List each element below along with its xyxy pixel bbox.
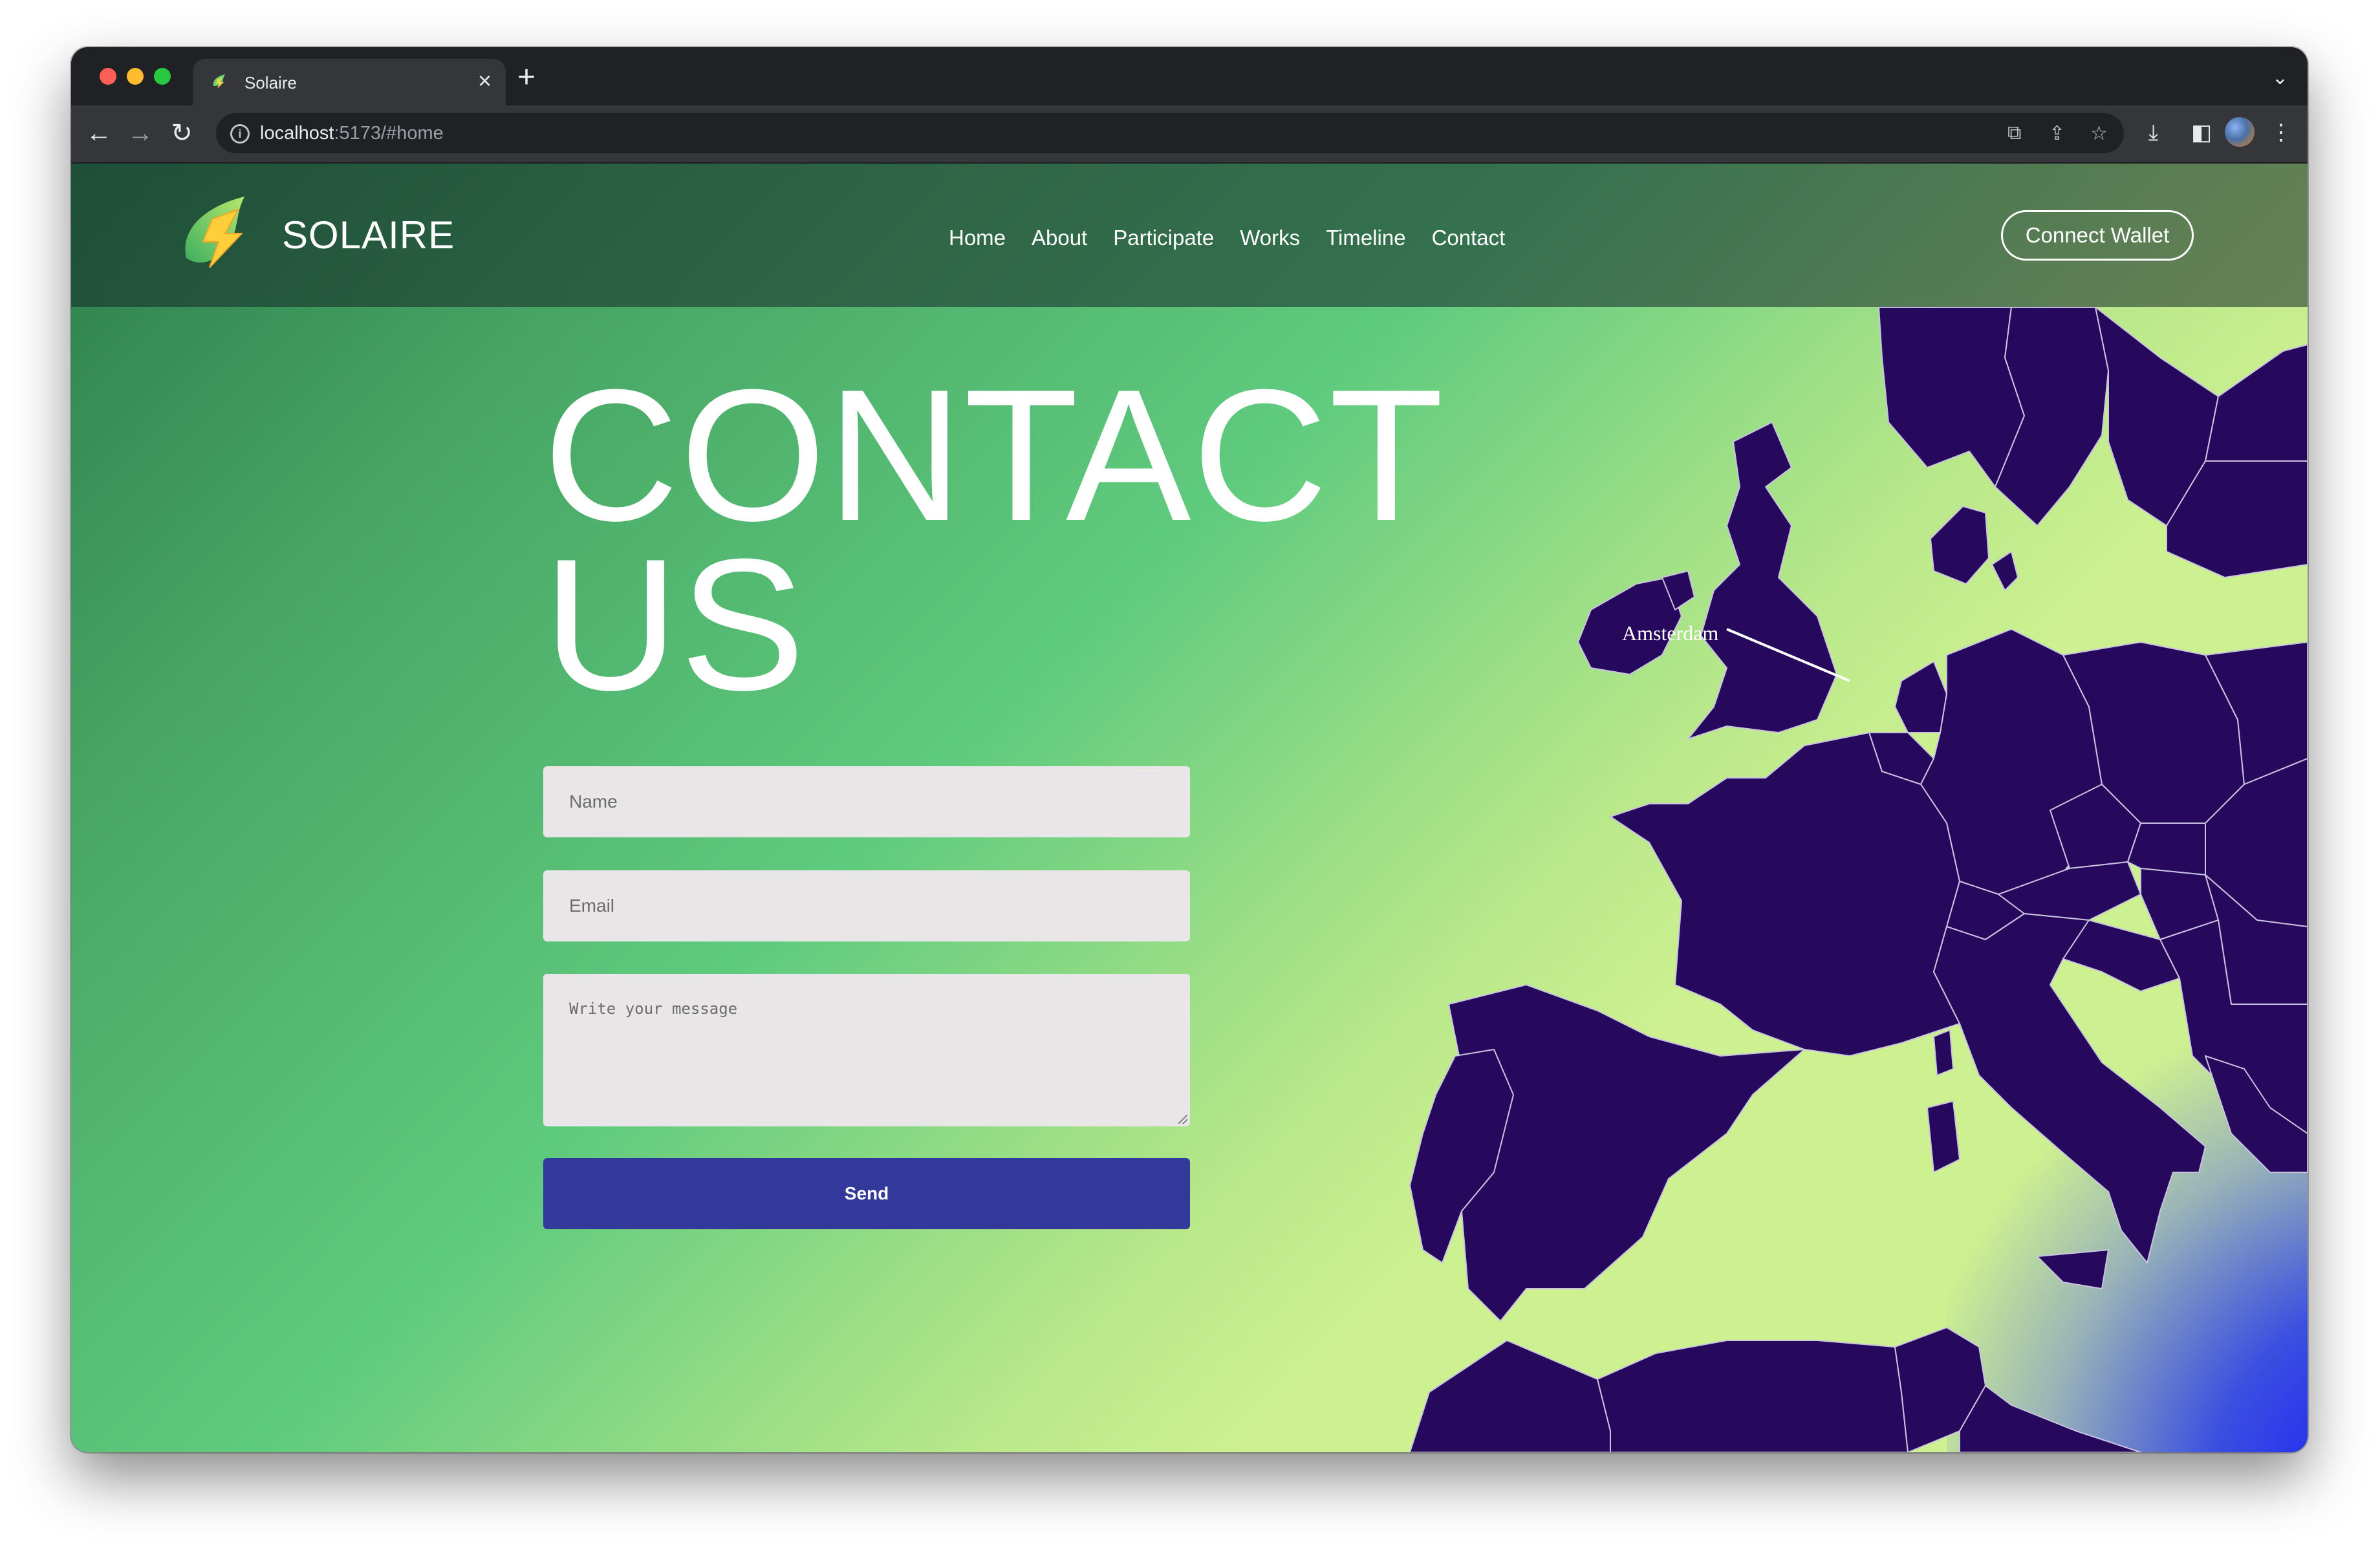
browser-tab[interactable]: Solaire × xyxy=(193,59,506,105)
name-field[interactable]: Name xyxy=(543,766,1190,837)
map-country-france xyxy=(1610,732,1960,1057)
map-country-netherlands xyxy=(1894,661,1947,733)
translate-icon[interactable]: ⧉ xyxy=(2007,122,2021,144)
nav-about[interactable]: About xyxy=(1032,226,1087,250)
browser-window: Solaire × + ⌄ ← → ↻ i localhost:5173/#ho… xyxy=(71,47,2308,1452)
nav-works[interactable]: Works xyxy=(1240,226,1300,250)
url-text[interactable]: localhost:5173/#home xyxy=(260,123,444,144)
forward-arrow-icon[interactable]: → xyxy=(124,117,157,149)
main-nav: Home About Participate Works Timeline Co… xyxy=(949,226,1531,250)
profile-avatar[interactable] xyxy=(2225,117,2255,147)
map-country-libya xyxy=(1959,1385,2141,1452)
message-field[interactable]: Write your message xyxy=(543,974,1190,1126)
page-viewport: Amsterdam SOLAIRE Home About Participate… xyxy=(71,164,2308,1452)
page-title-line2: US xyxy=(543,520,806,729)
map-country-algeria xyxy=(1597,1340,1909,1452)
amsterdam-label: Amsterdam xyxy=(1622,621,1719,645)
map-country-denmark-island xyxy=(1991,551,2018,591)
map-country-slovakia xyxy=(2127,822,2206,876)
reload-icon[interactable]: ↻ xyxy=(166,117,198,149)
nav-participate[interactable]: Participate xyxy=(1113,226,1214,250)
sidebar-icon[interactable]: ◧ xyxy=(2191,120,2212,145)
map-country-russia-north xyxy=(2205,344,2308,462)
map-country-uk xyxy=(1687,422,1837,740)
solaire-logo-icon[interactable] xyxy=(180,193,257,277)
browser-toolbar: ← → ↻ i localhost:5173/#home ⧉ ⇪ ☆ ⤓ ◧ ⋮ xyxy=(71,105,2308,164)
message-placeholder: Write your message xyxy=(569,1000,738,1018)
address-bar[interactable]: i localhost:5173/#home ⧉ ⇪ ☆ xyxy=(216,113,2124,153)
nav-home[interactable]: Home xyxy=(949,226,1006,250)
map-country-sicily xyxy=(2037,1249,2109,1289)
zoom-window-button[interactable] xyxy=(154,68,171,85)
logo-text[interactable]: SOLAIRE xyxy=(282,213,455,257)
page-title-line1: CONTACT xyxy=(543,350,1445,560)
star-icon[interactable]: ☆ xyxy=(2090,122,2108,145)
tab-strip: Solaire × + ⌄ xyxy=(71,47,2308,105)
map-country-norway xyxy=(1878,306,2025,488)
minimize-window-button[interactable] xyxy=(127,68,144,85)
send-button[interactable]: Send xyxy=(543,1158,1190,1229)
map-country-corsica xyxy=(1933,1029,1954,1076)
site-header: SOLAIRE Home About Participate Works Tim… xyxy=(71,164,2308,307)
tab-close-icon[interactable]: × xyxy=(478,68,492,94)
email-field[interactable]: Email xyxy=(543,870,1190,941)
map-country-morocco xyxy=(1409,1340,1611,1452)
map-country-sardinia xyxy=(1927,1101,1960,1173)
share-icon[interactable]: ⇪ xyxy=(2049,122,2065,145)
back-arrow-icon[interactable]: ← xyxy=(83,117,115,149)
nav-contact[interactable]: Contact xyxy=(1432,226,1506,250)
map-country-spain xyxy=(1448,984,1805,1322)
connect-wallet-button[interactable]: Connect Wallet xyxy=(2001,210,2194,261)
nav-timeline[interactable]: Timeline xyxy=(1326,226,1405,250)
solaire-favicon-icon xyxy=(213,74,225,89)
tab-search-chevron-icon[interactable]: ⌄ xyxy=(2272,67,2288,89)
map-country-denmark xyxy=(1930,506,1989,585)
tab-title: Solaire xyxy=(244,73,297,92)
download-icon[interactable]: ⤓ xyxy=(2148,120,2158,145)
menu-icon[interactable]: ⋮ xyxy=(2270,120,2292,145)
info-icon[interactable]: i xyxy=(230,124,250,144)
close-window-button[interactable] xyxy=(100,68,116,85)
page-title: CONTACT US xyxy=(543,350,1445,729)
resize-handle-icon[interactable] xyxy=(1178,1115,1187,1124)
new-tab-button[interactable]: + xyxy=(517,61,536,94)
